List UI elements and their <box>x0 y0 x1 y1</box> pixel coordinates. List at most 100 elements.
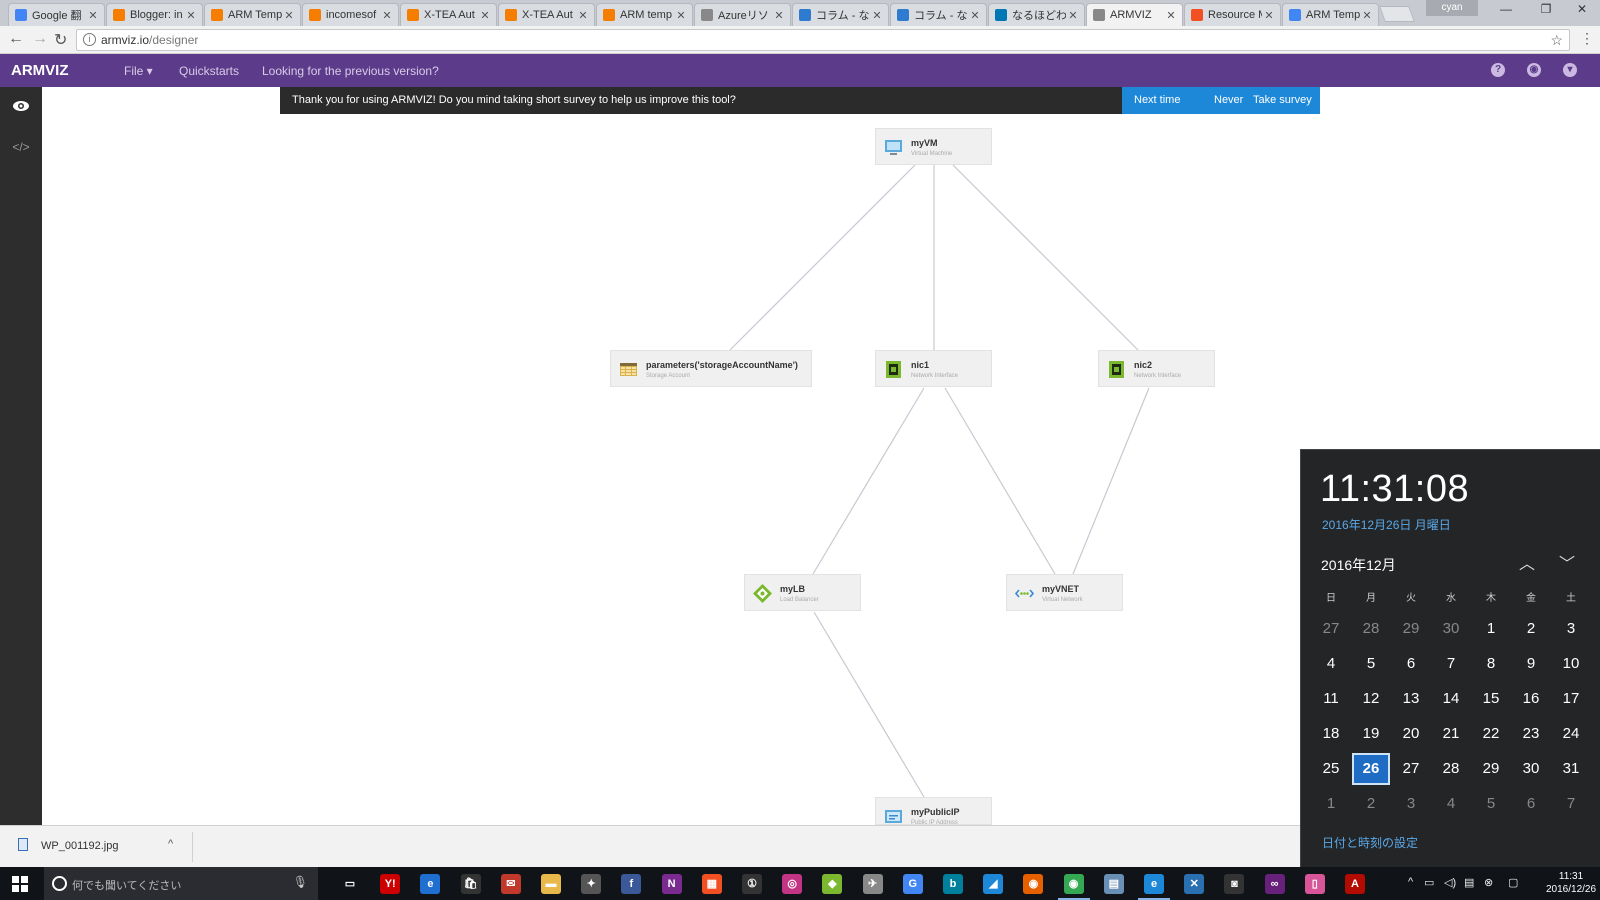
calendar-day[interactable]: 28 <box>1432 753 1470 785</box>
ie-icon[interactable]: e <box>1144 874 1164 894</box>
calendar-day[interactable]: 29 <box>1472 753 1510 785</box>
browser-tab[interactable]: Azureリソ ✕ <box>694 3 791 26</box>
calendar-day[interactable]: 4 <box>1432 788 1470 820</box>
close-tab-icon[interactable]: ✕ <box>478 9 492 22</box>
never-button[interactable]: Never <box>1214 94 1243 106</box>
file-menu[interactable]: File ▾ <box>124 64 153 78</box>
close-tab-icon[interactable]: ✕ <box>1164 9 1178 22</box>
back-icon[interactable]: ← <box>8 30 24 48</box>
calendar-day[interactable]: 5 <box>1352 648 1390 680</box>
ime-icon[interactable]: ⊗ <box>1484 876 1493 889</box>
mail-icon[interactable]: ✉ <box>500 874 521 894</box>
facebook-icon[interactable]: f <box>621 874 642 894</box>
calendar-day-today[interactable]: 26 <box>1352 753 1390 785</box>
close-tab-icon[interactable]: ✕ <box>184 9 198 22</box>
volume-icon[interactable]: ◁) <box>1444 876 1456 889</box>
eye-icon[interactable] <box>11 97 31 117</box>
close-tab-icon[interactable]: ✕ <box>380 9 394 22</box>
browser-tab[interactable]: X-TEA Aut ✕ <box>498 3 595 26</box>
close-tab-icon[interactable]: ✕ <box>674 9 688 22</box>
node-mypublicip[interactable]: myPublicIP Public IP Address <box>875 797 992 825</box>
calendar-day[interactable]: 2 <box>1512 613 1550 645</box>
browser-tab[interactable]: Google 翻 ✕ <box>8 3 105 26</box>
new-tab-button[interactable] <box>1379 6 1415 22</box>
calendar-day[interactable]: 17 <box>1552 683 1590 715</box>
cortana-search-box[interactable]: 何でも聞いてください 🎙 <box>44 867 318 900</box>
calendar-day[interactable]: 23 <box>1512 718 1550 750</box>
close-tab-icon[interactable]: ✕ <box>1066 9 1080 22</box>
node-storage-account[interactable]: parameters('storageAccountName') Storage… <box>610 350 812 387</box>
date-time-settings-link[interactable]: 日付と時刻の設定 <box>1322 834 1418 851</box>
chevron-up-icon[interactable]: ︿ <box>1519 550 1535 574</box>
puzzle-icon[interactable]: ✦ <box>581 874 602 894</box>
calendar-day[interactable]: 14 <box>1432 683 1470 715</box>
node-myvnet[interactable]: myVNET Virtual Network <box>1006 574 1123 611</box>
next-time-button[interactable]: Next time <box>1134 94 1180 106</box>
onepassword-icon[interactable]: ① <box>742 874 762 894</box>
url-input[interactable]: i armviz.io/designer ☆ <box>76 29 1570 51</box>
minimize-icon[interactable]: — <box>1486 2 1526 16</box>
calendar-day[interactable]: 25 <box>1312 753 1350 785</box>
file-explorer-icon[interactable]: ▬ <box>541 874 561 894</box>
database-icon[interactable]: ▤ <box>1103 874 1124 894</box>
browser-tab[interactable]: X-TEA Aut ✕ <box>400 3 497 26</box>
calendar-day[interactable]: 4 <box>1312 648 1350 680</box>
forward-icon[interactable]: → <box>32 30 48 48</box>
browser-tab[interactable]: ARMVIZ ✕ <box>1086 3 1183 26</box>
close-tab-icon[interactable]: ✕ <box>772 9 786 22</box>
browser-tab[interactable]: ARM Temp ✕ <box>1282 3 1379 26</box>
action-center-icon[interactable]: ▢ <box>1508 876 1518 889</box>
profile-button[interactable]: cyan <box>1426 0 1478 16</box>
calendar-day[interactable]: 16 <box>1512 683 1550 715</box>
calendar-day[interactable]: 7 <box>1432 648 1470 680</box>
firefox-icon[interactable]: ◉ <box>1023 874 1044 894</box>
windows-store-icon[interactable]: ▦ <box>701 874 722 894</box>
calendar-day[interactable]: 12 <box>1352 683 1390 715</box>
microphone-icon[interactable]: 🎙 <box>293 875 308 889</box>
github-icon[interactable]: ◉ <box>1527 63 1541 77</box>
browser-tab[interactable]: Resource M ✕ <box>1184 3 1281 26</box>
pdf-icon[interactable]: A <box>1345 874 1365 894</box>
close-tab-icon[interactable]: ✕ <box>1360 9 1374 22</box>
network-icon[interactable]: ▭ <box>1424 876 1434 889</box>
calendar-day[interactable]: 13 <box>1392 683 1430 715</box>
bing-icon[interactable]: b <box>943 874 963 894</box>
help-icon[interactable]: ? <box>1491 63 1505 77</box>
calendar-day[interactable]: 20 <box>1392 718 1430 750</box>
calendar-day[interactable]: 1 <box>1472 613 1510 645</box>
store-icon[interactable]: 🛍 <box>460 874 481 894</box>
download-item[interactable]: WP_001192.jpg ^ <box>18 838 188 858</box>
onenote-icon[interactable]: N <box>661 874 682 894</box>
calendar-day[interactable]: 27 <box>1312 613 1350 645</box>
bookmark-star-icon[interactable]: ☆ <box>1550 30 1563 50</box>
browser-tab[interactable]: コラム - なる✕ <box>792 3 889 26</box>
bird-icon[interactable]: ✈ <box>862 874 883 894</box>
task-view-icon[interactable]: ▭ <box>340 874 360 894</box>
google-icon[interactable]: G <box>902 874 923 894</box>
calendar-day[interactable]: 10 <box>1552 648 1590 680</box>
notepad-icon[interactable]: ▯ <box>1304 874 1325 894</box>
calendar-day[interactable]: 6 <box>1512 788 1550 820</box>
calendar-day[interactable]: 6 <box>1392 648 1430 680</box>
browser-tab[interactable]: Blogger: in ✕ <box>106 3 203 26</box>
browser-tab[interactable]: ARM temp ✕ <box>596 3 693 26</box>
calendar-day[interactable]: 18 <box>1312 718 1350 750</box>
close-tab-icon[interactable]: ✕ <box>1262 9 1276 22</box>
node-mylb[interactable]: myLB Load Balancer <box>744 574 861 611</box>
close-tab-icon[interactable]: ✕ <box>86 9 100 22</box>
windows-start-icon[interactable] <box>12 876 28 892</box>
calendar-day[interactable]: 2 <box>1352 788 1390 820</box>
calendar-day[interactable]: 3 <box>1392 788 1430 820</box>
chrome-icon[interactable]: ◉ <box>1063 874 1084 894</box>
reload-icon[interactable]: ↻ <box>54 30 67 50</box>
browser-menu-icon[interactable]: ⋮ <box>1580 30 1594 47</box>
calendar-day[interactable]: 7 <box>1552 788 1590 820</box>
calendar-day[interactable]: 27 <box>1392 753 1430 785</box>
calendar-day[interactable]: 31 <box>1552 753 1590 785</box>
instagram-icon[interactable]: ◎ <box>782 874 803 894</box>
calendar-day[interactable]: 21 <box>1432 718 1470 750</box>
info-icon[interactable]: i <box>83 33 96 46</box>
calendar-day[interactable]: 3 <box>1552 613 1590 645</box>
dropdown-circle-icon[interactable]: ▾ <box>1563 63 1577 77</box>
android-icon[interactable]: ◆ <box>822 874 843 894</box>
